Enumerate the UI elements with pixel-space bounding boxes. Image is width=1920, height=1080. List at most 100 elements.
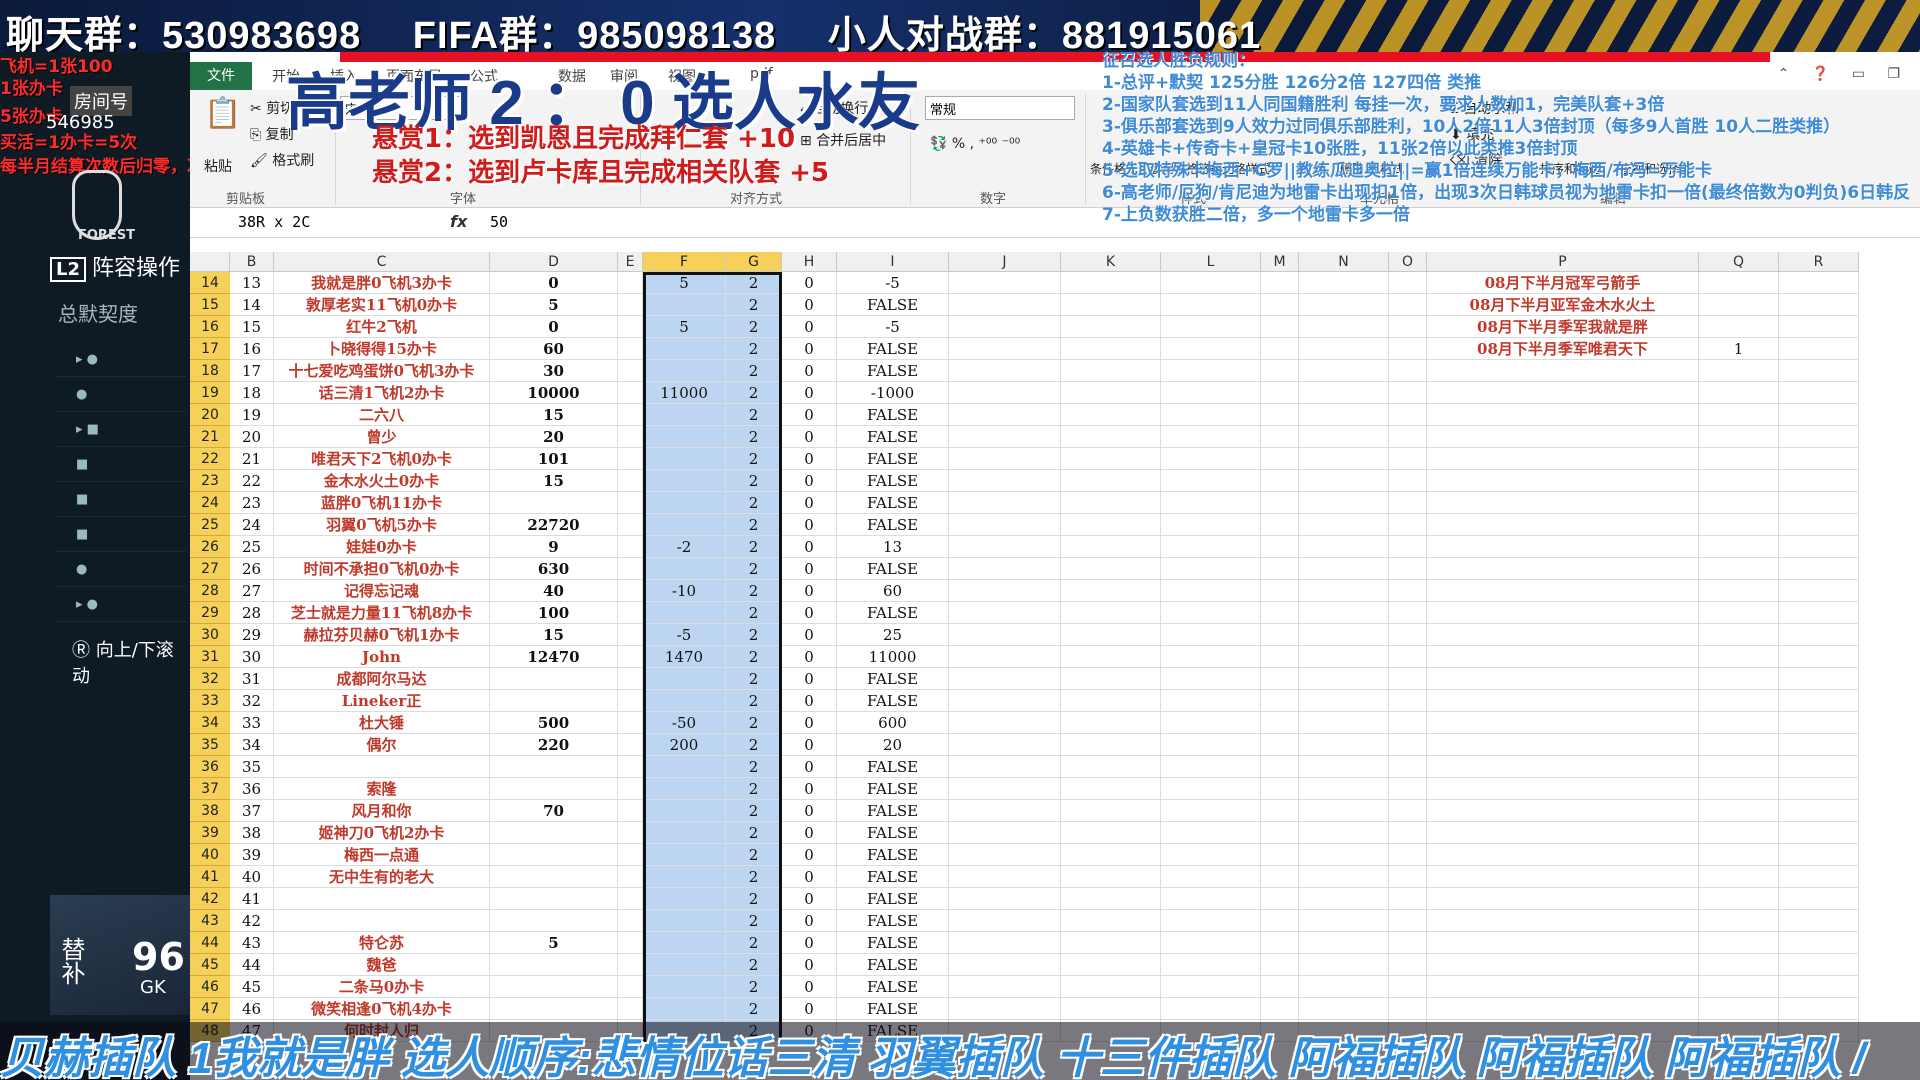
cell-m[interactable] [1261, 602, 1299, 624]
cell-r[interactable] [1779, 712, 1859, 734]
cell-p[interactable] [1427, 734, 1699, 756]
cell-o[interactable] [1389, 866, 1427, 888]
cell-j[interactable] [949, 382, 1061, 404]
cell-m[interactable] [1261, 844, 1299, 866]
cell-b[interactable]: 46 [230, 998, 274, 1020]
cell-p[interactable]: 08月下半月亚军金木水火土 [1427, 294, 1699, 316]
cell-e[interactable] [618, 558, 643, 580]
column-header[interactable]: B [230, 252, 274, 272]
cell-r[interactable] [1779, 822, 1859, 844]
cell-e[interactable] [618, 382, 643, 404]
cell-l[interactable] [1161, 492, 1261, 514]
cell-o[interactable] [1389, 734, 1427, 756]
cell-c[interactable] [274, 910, 490, 932]
cell-k[interactable] [1061, 382, 1161, 404]
cell-l[interactable] [1161, 426, 1261, 448]
cell-r[interactable] [1779, 866, 1859, 888]
cell-n[interactable] [1299, 470, 1389, 492]
cell-j[interactable] [949, 404, 1061, 426]
cell-i[interactable]: 11000 [837, 646, 949, 668]
cell-q[interactable] [1699, 844, 1779, 866]
cell-r[interactable] [1779, 734, 1859, 756]
cell-r[interactable] [1779, 558, 1859, 580]
cell-o[interactable] [1389, 272, 1427, 294]
cell-p[interactable] [1427, 448, 1699, 470]
cell-p[interactable] [1427, 580, 1699, 602]
cell-m[interactable] [1261, 778, 1299, 800]
cell-c[interactable]: 杜大锤 [274, 712, 490, 734]
row-header[interactable]: 20 [190, 404, 230, 426]
cell-r[interactable] [1779, 492, 1859, 514]
cell-q[interactable]: 1 [1699, 338, 1779, 360]
cell-o[interactable] [1389, 404, 1427, 426]
cell-b[interactable]: 34 [230, 734, 274, 756]
cell-b[interactable]: 23 [230, 492, 274, 514]
cell-j[interactable] [949, 800, 1061, 822]
row-header[interactable]: 43 [190, 910, 230, 932]
cell-b[interactable]: 22 [230, 470, 274, 492]
cell-m[interactable] [1261, 954, 1299, 976]
cell-k[interactable] [1061, 844, 1161, 866]
cell-n[interactable] [1299, 646, 1389, 668]
cell-k[interactable] [1061, 404, 1161, 426]
cell-m[interactable] [1261, 866, 1299, 888]
cell-q[interactable] [1699, 932, 1779, 954]
cell-n[interactable] [1299, 624, 1389, 646]
paste-icon[interactable]: 📋 [204, 96, 241, 131]
cell-q[interactable] [1699, 316, 1779, 338]
row-header[interactable]: 23 [190, 470, 230, 492]
player-card[interactable]: 替补 96 GK [50, 895, 190, 1015]
cell-h[interactable]: 0 [782, 800, 837, 822]
column-header[interactable]: J [949, 252, 1061, 272]
cell-e[interactable] [618, 888, 643, 910]
cell-i[interactable]: FALSE [837, 360, 949, 382]
cell-d[interactable]: 20 [490, 426, 618, 448]
cell-q[interactable] [1699, 272, 1779, 294]
cell-l[interactable] [1161, 404, 1261, 426]
cell-p[interactable] [1427, 668, 1699, 690]
cell-d[interactable]: 22720 [490, 514, 618, 536]
row-header[interactable]: 44 [190, 932, 230, 954]
cell-e[interactable] [618, 272, 643, 294]
cell-r[interactable] [1779, 844, 1859, 866]
column-header[interactable]: Q [1699, 252, 1779, 272]
cell-r[interactable] [1779, 272, 1859, 294]
cell-i[interactable]: FALSE [837, 800, 949, 822]
file-tab[interactable]: 文件 [190, 62, 252, 90]
row-header[interactable]: 34 [190, 712, 230, 734]
cell-e[interactable] [618, 866, 643, 888]
cell-h[interactable]: 0 [782, 756, 837, 778]
cell-j[interactable] [949, 976, 1061, 998]
cell-i[interactable]: 20 [837, 734, 949, 756]
cell-e[interactable] [618, 646, 643, 668]
cell-d[interactable]: 500 [490, 712, 618, 734]
cell-n[interactable] [1299, 800, 1389, 822]
cell-h[interactable]: 0 [782, 954, 837, 976]
cell-e[interactable] [618, 492, 643, 514]
cell-n[interactable] [1299, 910, 1389, 932]
row-header[interactable]: 30 [190, 624, 230, 646]
cell-d[interactable] [490, 910, 618, 932]
cell-e[interactable] [618, 668, 643, 690]
cell-l[interactable] [1161, 756, 1261, 778]
cell-m[interactable] [1261, 888, 1299, 910]
cell-k[interactable] [1061, 822, 1161, 844]
cell-o[interactable] [1389, 822, 1427, 844]
cell-o[interactable] [1389, 492, 1427, 514]
cell-d[interactable] [490, 822, 618, 844]
cell-l[interactable] [1161, 778, 1261, 800]
cell-o[interactable] [1389, 536, 1427, 558]
cell-d[interactable]: 60 [490, 338, 618, 360]
row-header[interactable]: 28 [190, 580, 230, 602]
cell-c[interactable]: 姬神刀0飞机2办卡 [274, 822, 490, 844]
cell-b[interactable]: 32 [230, 690, 274, 712]
cell-b[interactable]: 25 [230, 536, 274, 558]
cell-i[interactable]: FALSE [837, 976, 949, 998]
cell-e[interactable] [618, 932, 643, 954]
cell-k[interactable] [1061, 690, 1161, 712]
cell-k[interactable] [1061, 976, 1161, 998]
cell-h[interactable]: 0 [782, 866, 837, 888]
cell-o[interactable] [1389, 932, 1427, 954]
cell-e[interactable] [618, 822, 643, 844]
cell-n[interactable] [1299, 998, 1389, 1020]
